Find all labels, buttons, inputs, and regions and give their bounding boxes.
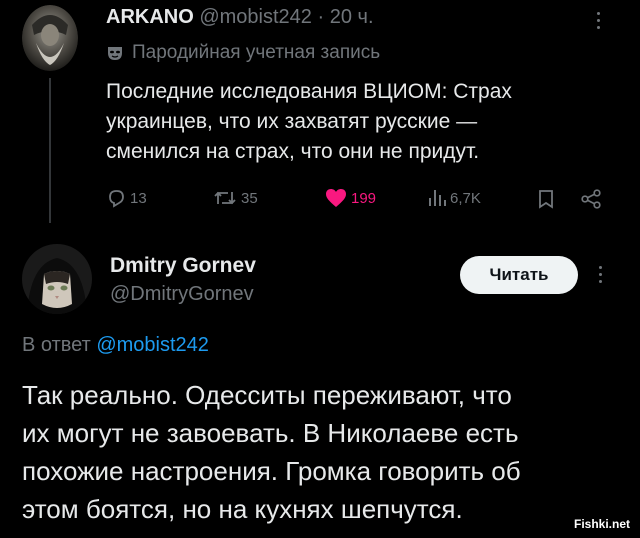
follow-button[interactable]: Читать (460, 256, 578, 294)
timestamp[interactable]: 20 ч. (330, 6, 374, 28)
avatar-image (22, 244, 92, 314)
views-count: 6,7K (450, 189, 481, 207)
reply-count: 13 (130, 189, 147, 207)
more-icon[interactable] (597, 12, 600, 29)
bookmark-icon (539, 190, 553, 209)
thread-line (49, 78, 51, 223)
tweet1-header: ARKANO @mobist242 · 20 ч. (106, 6, 374, 29)
like-button[interactable]: 199 (325, 188, 376, 208)
tweet1-text: Последние исследования ВЦИОМ: Страх укра… (106, 77, 512, 167)
share-button[interactable] (580, 189, 602, 214)
reply-prefix: В ответ (22, 334, 91, 356)
reply-icon (109, 190, 124, 208)
share-icon (581, 189, 601, 209)
avatar-arkano[interactable] (22, 5, 78, 71)
author-handle[interactable]: @DmitryGornev (110, 283, 254, 306)
like-count: 199 (351, 189, 377, 207)
tweet-text-line: Последние исследования ВЦИОМ: Страх (106, 80, 512, 103)
tweet-text-line: сменился на страх, что они не придут. (106, 140, 480, 163)
tweet-text-line: Так реально. Одесситы переживают, что (22, 380, 512, 410)
author-name[interactable]: Dmitry Gornev (110, 254, 256, 278)
bookmark-button[interactable] (537, 189, 555, 214)
handle[interactable]: @mobist242 (199, 6, 312, 28)
reply-to-link[interactable]: @mobist242 (96, 334, 209, 356)
repost-button[interactable]: 35 (213, 188, 258, 208)
more-icon[interactable] (599, 266, 602, 283)
tweet2-text: Так реально. Одесситы переживают, что их… (22, 376, 521, 528)
repost-icon (214, 191, 236, 205)
tweet-text-line: их могут не завоевать. В Николаеве есть (22, 418, 519, 448)
views-button[interactable]: 6,7K (428, 188, 481, 208)
repost-count: 35 (241, 189, 258, 207)
tweet-text-line: украинцев, что их захватят русские — (106, 110, 478, 133)
reply-button[interactable]: 13 (106, 188, 147, 208)
views-icon (429, 190, 446, 206)
avatar-dmitry[interactable] (22, 244, 92, 314)
parody-label-row: Пародийная учетная запись (106, 42, 380, 64)
tweet-text-line: этом боятся, но на кухнях шепчутся. (22, 494, 463, 524)
heart-icon (326, 189, 346, 207)
parody-label: Пародийная учетная запись (132, 42, 381, 63)
watermark: Fishki.net (574, 517, 631, 531)
separator: · (317, 6, 325, 28)
display-name[interactable]: ARKANO (106, 6, 194, 28)
mask-icon (108, 47, 122, 60)
tweet-text-line: похожие настроения. Громка говорить об (22, 456, 521, 486)
reply-context: В ответ @mobist242 (22, 334, 209, 357)
avatar-image (22, 5, 78, 71)
